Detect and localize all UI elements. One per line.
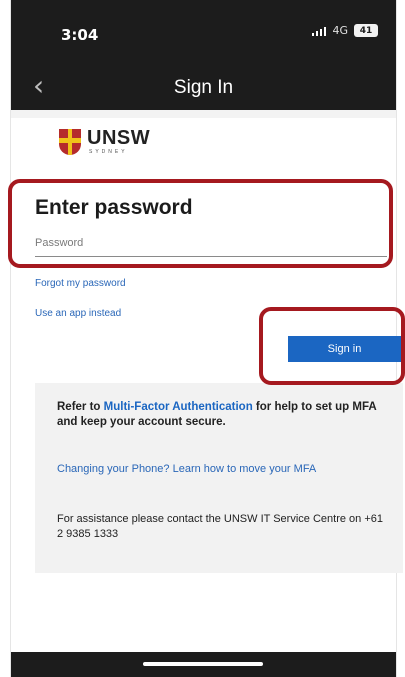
navigation-bar: ‹ Sign In [11,66,396,110]
change-phone-link[interactable]: Changing your Phone? Learn how to move y… [57,462,377,477]
status-time: 3:04 [61,26,99,44]
nav-title: Sign In [173,77,234,98]
phone-screen: 3:04 4G 41 ‹ Sign In UNSW SYDNEY Enter p… [10,0,403,677]
unsw-logo: UNSW SYDNEY [59,128,150,155]
crest-icon [59,128,81,155]
status-indicators: 4G 41 [312,24,378,37]
page-title: Enter password [35,196,193,219]
home-indicator[interactable] [143,662,263,666]
battery-level: 41 [359,25,373,36]
logo-name: UNSW [87,127,151,149]
mfa-info-text: Refer to Multi-Factor Authentication for… [57,400,387,430]
assistance-text: For assistance please contact the UNSW I… [57,513,383,540]
logo-text: UNSW SYDNEY [87,128,150,155]
signal-icon [312,26,327,36]
logo-subtitle: SYDNEY [89,149,128,155]
battery-icon: 41 [354,24,378,37]
mfa-link[interactable]: Multi-Factor Authentication [104,401,253,413]
mfa-info-box: Refer to Multi-Factor Authentication for… [35,383,403,573]
password-input[interactable] [35,230,387,257]
status-bar: 3:04 4G 41 [11,0,396,66]
network-label: 4G [332,24,348,37]
forgot-password-link[interactable]: Forgot my password [35,278,126,289]
use-app-link[interactable]: Use an app instead [35,308,121,319]
header-divider [11,110,396,118]
refer-prefix: Refer to [57,401,104,413]
home-bar [11,652,396,677]
sign-in-button[interactable]: Sign in [288,336,401,362]
